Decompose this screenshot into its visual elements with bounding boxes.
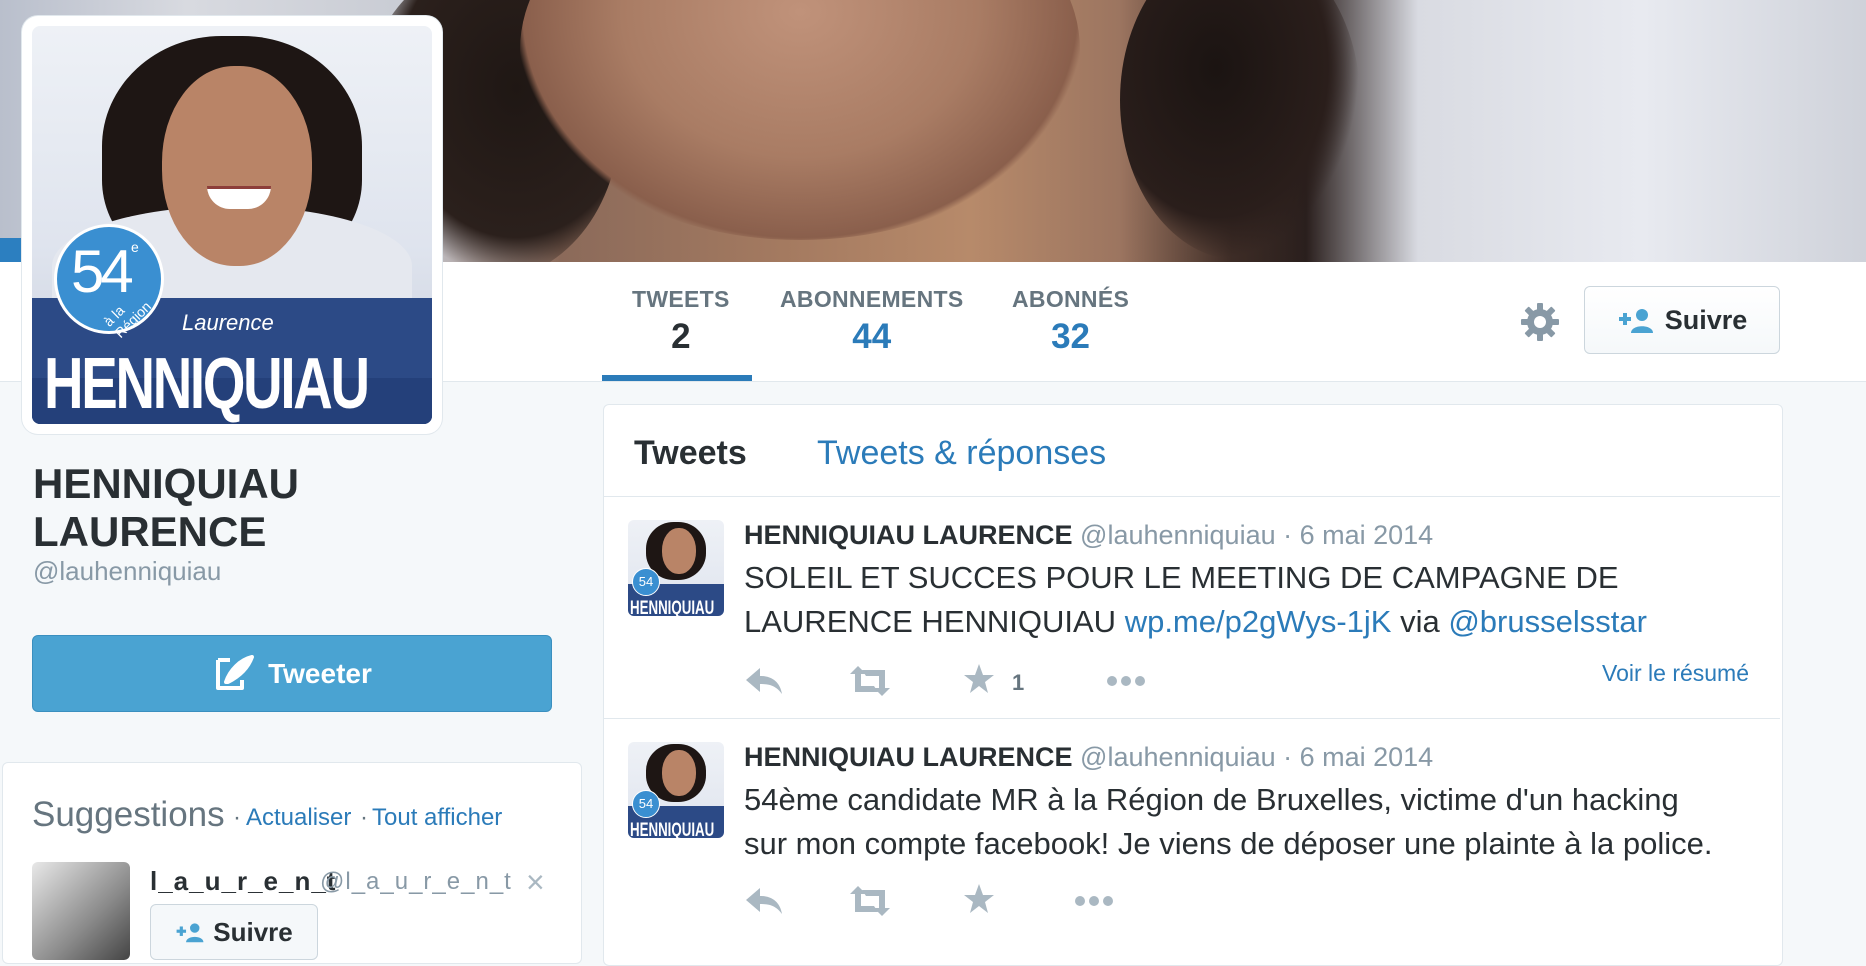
reply-icon[interactable] (744, 664, 784, 700)
follow-button-label: Suivre (1664, 304, 1748, 335)
reply-icon[interactable] (744, 884, 784, 920)
divider (604, 496, 1780, 497)
tweet-link[interactable]: wp.me/p2gWys-1jK (1125, 604, 1392, 639)
avatar-number-badge: 54 e à la Région (54, 224, 164, 341)
more-options-icon[interactable] (1104, 666, 1148, 702)
avatar-first-name: Laurence (182, 310, 274, 335)
favorite-count: 1 (1012, 670, 1025, 695)
separator-dot: · (360, 804, 368, 831)
refresh-suggestions-link[interactable]: Actualiser (246, 804, 351, 832)
dismiss-suggestion-icon[interactable]: × (526, 864, 545, 901)
tweet-author-name[interactable]: HENNIQUIAU LAURENCE (744, 520, 1073, 550)
gear-icon[interactable] (1518, 300, 1562, 344)
stat-following[interactable]: ABONNEMENTS 44 (780, 286, 963, 357)
tweet-avatar[interactable]: 54 HENNIQUIAU (628, 520, 724, 616)
tweet-header: HENNIQUIAU LAURENCE @lauhenniquiau · 6 m… (744, 742, 1433, 773)
separator-dot: · (233, 804, 241, 831)
divider (604, 718, 1780, 719)
compose-quill-icon (216, 654, 255, 690)
avatar-last-name: HENNIQUIAU (44, 344, 370, 424)
tweet-header: HENNIQUIAU LAURENCE @lauhenniquiau · 6 m… (744, 520, 1433, 551)
stat-tweets-label: TWEETS (632, 286, 730, 312)
suggested-user-handle[interactable]: @l_a_u_r_e_n_t (320, 868, 512, 896)
favorite-star-icon[interactable] (962, 882, 996, 918)
stat-followers-value: 32 (1051, 317, 1091, 356)
stat-followers[interactable]: ABONNÉS 32 (1012, 286, 1129, 357)
stat-tweets[interactable]: TWEETS 2 (632, 286, 730, 357)
suggested-user-follow-button[interactable]: Suivre (150, 904, 318, 960)
tab-tweets[interactable]: Tweets (634, 434, 747, 473)
tweet-mention[interactable]: @brusselsstar (1448, 604, 1647, 639)
suggested-user-avatar[interactable] (32, 862, 130, 960)
tweet-meta[interactable]: @lauhenniquiau · 6 mai 2014 (1080, 520, 1433, 550)
profile-name[interactable]: HENNIQUIAU LAURENCE (33, 460, 299, 556)
suggestions-title: Suggestions (32, 795, 225, 834)
tweet-text: 54ème candidate MR à la Région de Bruxel… (744, 782, 1713, 861)
suggested-user-name[interactable]: l_a_u_r_e_n_t (150, 866, 336, 897)
tab-tweets-and-replies[interactable]: Tweets & réponses (817, 434, 1106, 473)
active-tab-underline (602, 375, 752, 381)
add-user-icon (176, 923, 204, 943)
add-user-icon (1618, 309, 1653, 333)
stat-followers-label: ABONNÉS (1012, 286, 1130, 312)
stat-following-value: 44 (852, 317, 892, 356)
retweet-icon[interactable] (848, 884, 892, 920)
tweet-button-label: Tweeter (268, 657, 372, 689)
tweet-button[interactable]: Tweeter (32, 635, 552, 712)
favorite-star-icon[interactable] (962, 662, 996, 698)
tweet-author-name[interactable]: HENNIQUIAU LAURENCE (744, 742, 1073, 772)
tweet-avatar[interactable]: 54 HENNIQUIAU (628, 742, 724, 838)
view-all-suggestions-link[interactable]: Tout afficher (372, 804, 502, 832)
tweet-text: SOLEIL ET SUCCES POUR LE MEETING DE CAMP… (744, 560, 1647, 639)
stat-tweets-value: 2 (671, 317, 691, 356)
profile-avatar[interactable]: 54 e à la Région Laurence HENNIQUIAU (22, 16, 442, 434)
follow-button[interactable]: Suivre (1584, 286, 1780, 354)
view-summary-link[interactable]: Voir le résumé (1602, 660, 1749, 687)
more-options-icon[interactable] (1072, 886, 1116, 922)
profile-handle[interactable]: @lauhenniquiau (33, 556, 221, 587)
tweet-meta[interactable]: @lauhenniquiau · 6 mai 2014 (1080, 742, 1433, 772)
stat-following-label: ABONNEMENTS (780, 286, 964, 312)
retweet-icon[interactable] (848, 664, 892, 700)
